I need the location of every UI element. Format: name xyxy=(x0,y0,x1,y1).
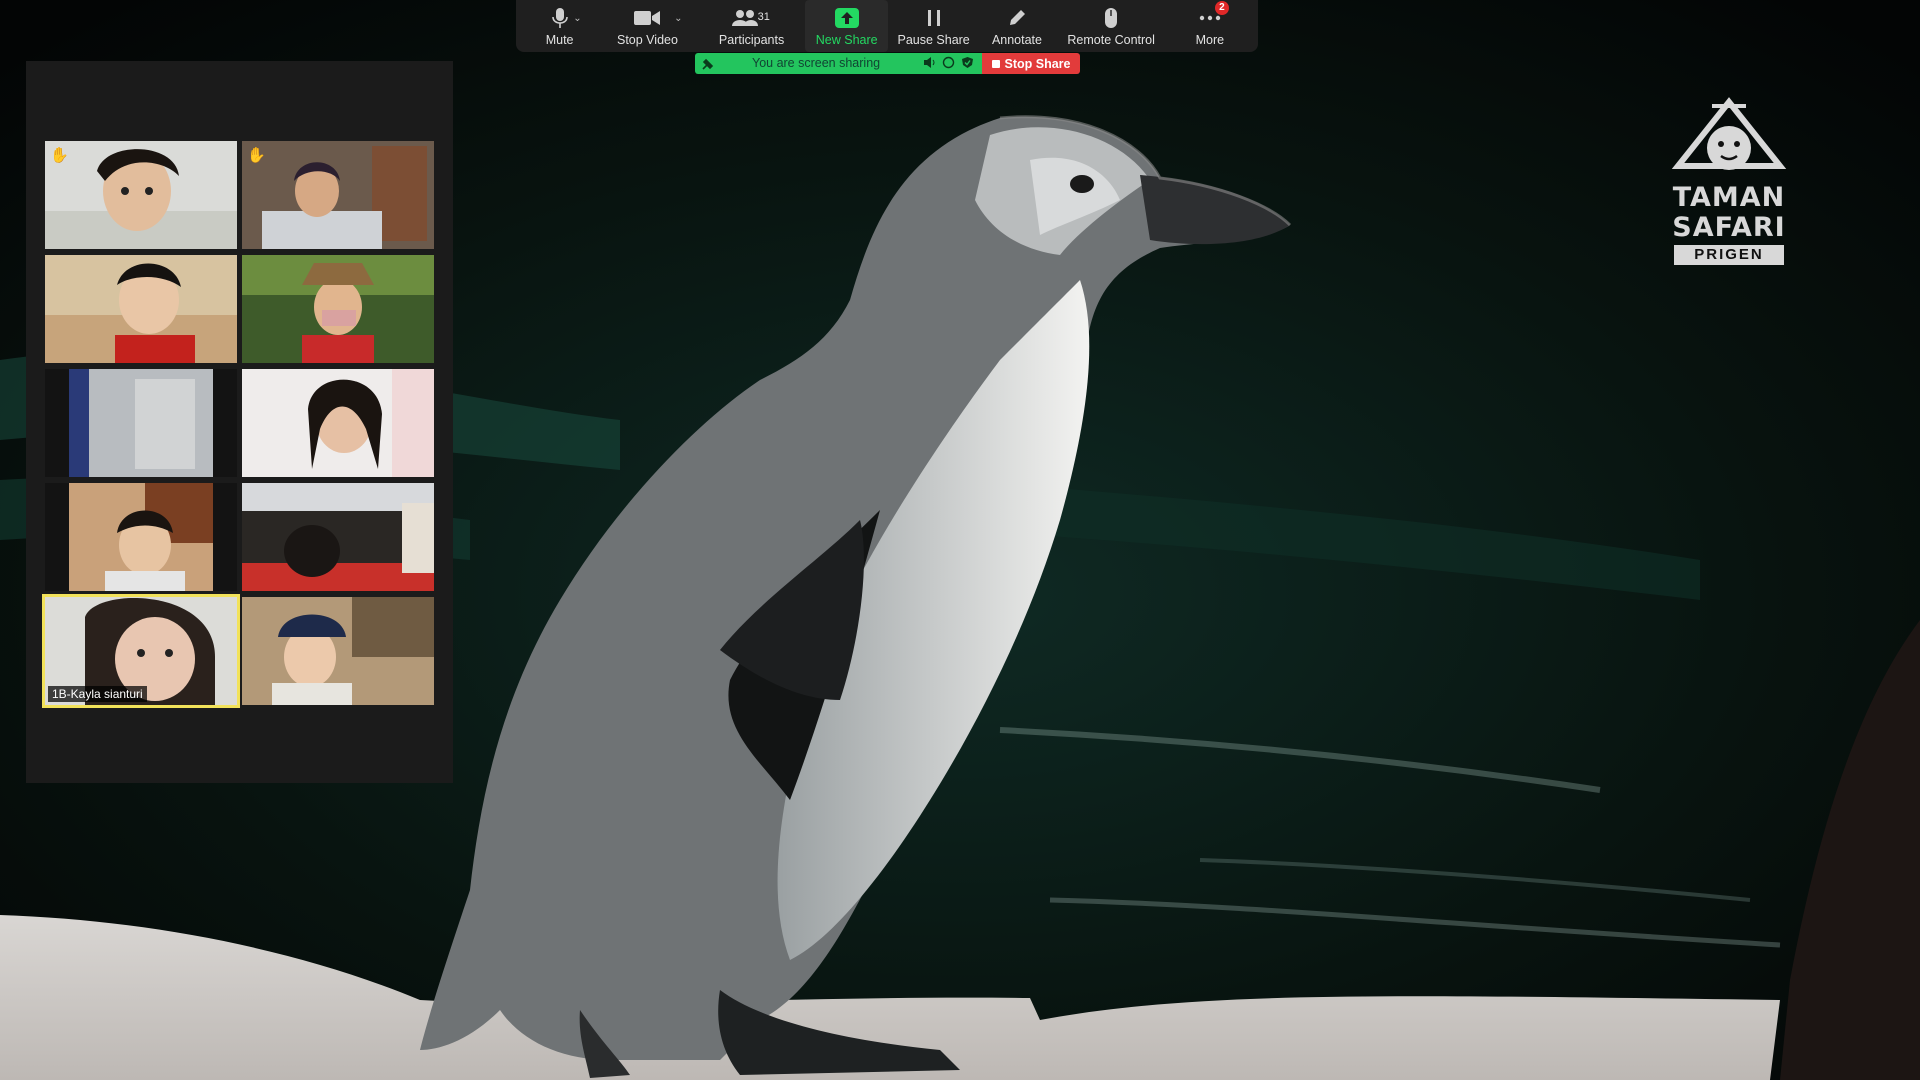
mute-button[interactable]: ⌄ Mute xyxy=(522,0,597,52)
remote-control-button[interactable]: Remote Control xyxy=(1055,0,1168,52)
pencil-icon xyxy=(1009,10,1025,25)
tiger-emblem-icon xyxy=(1671,97,1787,170)
participants-icon xyxy=(731,10,758,26)
participant-video xyxy=(242,483,434,591)
stop-share-button[interactable]: Stop Share xyxy=(982,53,1080,74)
new-share-label: New Share xyxy=(815,33,878,47)
remote-control-label: Remote Control xyxy=(1067,33,1155,47)
meeting-controls-toolbar: ⌄ Mute ⌄ Stop Video 31 Participants New … xyxy=(516,0,1258,52)
participant-video xyxy=(242,369,434,477)
mouse-icon xyxy=(1105,8,1118,28)
participant-tile[interactable] xyxy=(242,483,434,591)
participants-count: 31 xyxy=(757,11,770,23)
status-circle-icon[interactable] xyxy=(942,56,955,69)
annotate-label: Annotate xyxy=(991,33,1042,47)
notification-badge: 2 xyxy=(1214,1,1229,15)
participant-video xyxy=(242,255,434,363)
chevron-down-icon[interactable]: ⌄ xyxy=(674,13,682,24)
pause-share-button[interactable]: Pause Share xyxy=(888,0,979,52)
more-label: More xyxy=(1195,33,1225,47)
stop-video-label: Stop Video xyxy=(617,33,678,47)
participant-tile[interactable]: ✋ xyxy=(45,141,237,249)
participant-video xyxy=(45,369,237,477)
screen-sharing-text: You are screen sharing xyxy=(752,56,881,70)
participant-video xyxy=(242,141,434,249)
participants-label: Participants xyxy=(718,33,785,47)
stop-video-button[interactable]: ⌄ Stop Video xyxy=(597,0,698,52)
logo-line-3: PRIGEN xyxy=(1674,245,1784,265)
participant-tile[interactable] xyxy=(45,255,237,363)
stop-square-icon xyxy=(991,59,1000,68)
raised-hand-icon: ✋ xyxy=(247,147,266,164)
participants-button[interactable]: 31 Participants xyxy=(698,0,806,52)
participant-video xyxy=(242,597,434,705)
more-button[interactable]: 2 More xyxy=(1168,0,1252,52)
share-up-arrow-icon xyxy=(834,8,859,28)
participant-tile[interactable] xyxy=(242,597,434,705)
participant-tile[interactable] xyxy=(45,483,237,591)
pause-share-label: Pause Share xyxy=(897,33,970,47)
screen-sharing-bar: You are screen sharing Stop Share xyxy=(695,53,1080,74)
stop-share-label: Stop Share xyxy=(1004,56,1071,71)
participant-tile[interactable]: ✋ xyxy=(242,141,434,249)
raised-hand-icon: ✋ xyxy=(50,147,69,164)
mute-label: Mute xyxy=(545,33,574,47)
speaker-icon[interactable] xyxy=(923,56,936,69)
logo-line-2: SAFARI xyxy=(1672,212,1786,243)
participant-tile[interactable] xyxy=(242,369,434,477)
screen-sharing-status[interactable]: You are screen sharing xyxy=(695,53,982,74)
participant-video xyxy=(45,141,237,249)
participant-tile[interactable] xyxy=(45,369,237,477)
more-dots-icon xyxy=(1199,15,1221,21)
pin-icon[interactable] xyxy=(701,57,715,71)
chevron-down-icon[interactable]: ⌄ xyxy=(573,13,581,24)
participant-video xyxy=(45,483,237,591)
participant-tile[interactable] xyxy=(242,255,434,363)
participant-name-label: 1B-Kayla sianturi xyxy=(48,686,147,702)
video-camera-icon xyxy=(634,11,661,25)
logo-line-1: TAMAN xyxy=(1672,182,1786,213)
shield-check-icon[interactable] xyxy=(961,56,974,69)
annotate-button[interactable]: Annotate xyxy=(979,0,1054,52)
new-share-button[interactable]: New Share xyxy=(805,0,888,52)
participant-video xyxy=(45,255,237,363)
pause-icon xyxy=(927,10,940,26)
participant-tile-active-speaker[interactable]: 1B-Kayla sianturi xyxy=(42,594,240,708)
taman-safari-logo: TAMAN SAFARI PRIGEN xyxy=(1668,96,1790,265)
microphone-icon xyxy=(551,8,568,28)
video-gallery-panel[interactable]: ✋ ✋ 1B-Kayla sianturi xyxy=(26,61,453,783)
